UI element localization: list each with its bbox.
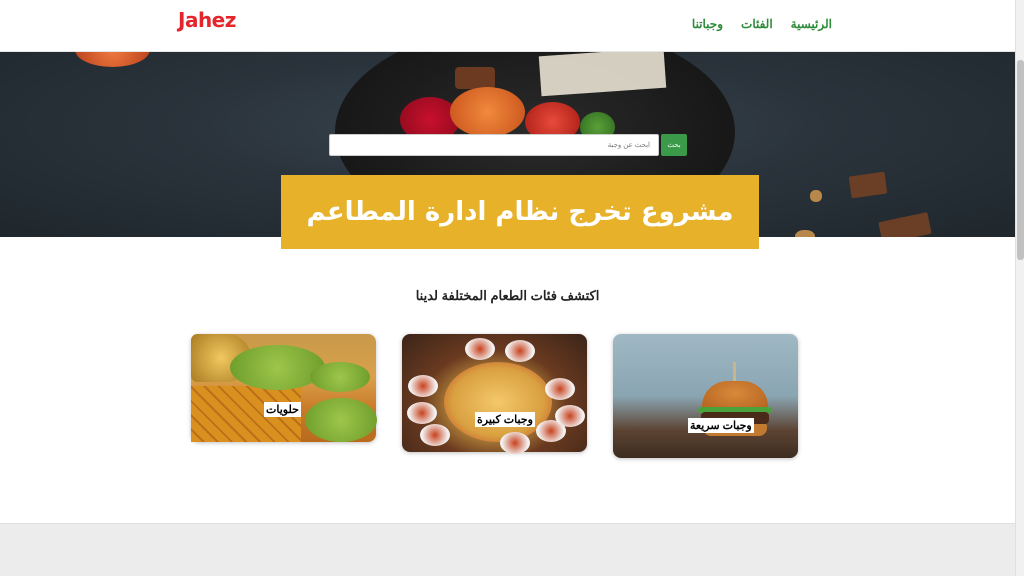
nut-image xyxy=(810,190,822,202)
nav-home[interactable]: الرئيسية xyxy=(791,17,832,31)
orange-slice-image xyxy=(75,52,150,67)
search-button[interactable]: بحث xyxy=(661,134,687,156)
pistachio-sweets-image xyxy=(305,398,377,442)
blood-orange-image xyxy=(450,87,525,137)
sauce-bowl-image xyxy=(500,432,530,454)
sauce-bowl-image xyxy=(555,405,585,427)
pistachio-sweets-image xyxy=(310,362,370,392)
scrollbar-thumb[interactable] xyxy=(1017,60,1024,260)
sauce-bowl-image xyxy=(465,338,495,360)
sauce-bowl-image xyxy=(408,375,438,397)
sauce-bowl-image xyxy=(505,340,535,362)
pistachio-sweets-image xyxy=(230,345,325,390)
nav-meals[interactable]: وجباتنا xyxy=(692,17,723,31)
category-label-big-meals[interactable]: وجبات كبيرة xyxy=(475,412,535,427)
category-label-sweets[interactable]: حلويات xyxy=(264,402,301,417)
page-footer xyxy=(0,523,1015,576)
sauce-bowl-image xyxy=(545,378,575,400)
categories-heading: اكتشف فئات الطعام المختلفة لدينا xyxy=(415,288,600,303)
nav-categories[interactable]: الفئات xyxy=(741,17,773,31)
nav-menu: الرئيسية الفئات وجباتنا xyxy=(692,17,832,31)
sauce-bowl-image xyxy=(407,402,437,424)
project-title: مشروع تخرج نظام ادارة المطاعم xyxy=(306,197,734,227)
chocolate-piece-image xyxy=(455,67,495,89)
project-title-banner: مشروع تخرج نظام ادارة المطاعم xyxy=(281,175,759,249)
chocolate-chunk-image xyxy=(878,212,932,237)
chocolate-chunk-image xyxy=(848,171,888,199)
meal-search-input[interactable] xyxy=(329,134,659,156)
page-scrollbar[interactable] xyxy=(1015,0,1024,576)
jahez-logo[interactable]: Jahez xyxy=(178,8,236,32)
top-navbar: Jahez الرئيسية الفئات وجباتنا xyxy=(0,0,1015,52)
nut-image xyxy=(795,230,815,237)
category-label-fast-food[interactable]: وجبات سريعة xyxy=(688,418,754,433)
sauce-bowl-image xyxy=(420,424,450,446)
